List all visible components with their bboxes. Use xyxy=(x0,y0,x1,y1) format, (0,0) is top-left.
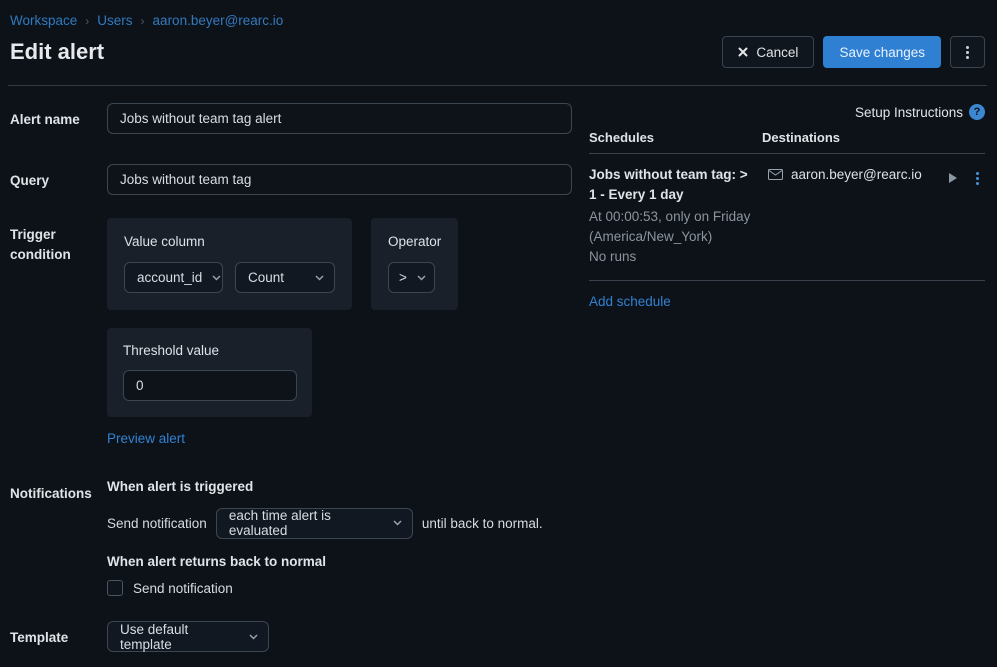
schedule-title: Jobs without team tag: > 1 - Every 1 day xyxy=(589,165,752,206)
aggregation-select[interactable]: Count xyxy=(235,262,335,293)
kebab-icon xyxy=(966,46,969,59)
notification-frequency-select[interactable]: each time alert is evaluated xyxy=(216,508,413,539)
edit-alert-page: Workspace › Users › aaron.beyer@rearc.io… xyxy=(0,0,997,652)
query-row: Query xyxy=(10,164,572,195)
header-divider xyxy=(8,85,987,86)
header-actions: Cancel Save changes xyxy=(722,36,985,68)
query-input[interactable] xyxy=(107,164,572,195)
header: Workspace › Users › aaron.beyer@rearc.io… xyxy=(0,0,997,68)
value-column-label: Value column xyxy=(124,234,335,249)
help-icon[interactable]: ? xyxy=(969,104,985,120)
schedule-table-header: Schedules Destinations xyxy=(589,130,985,154)
breadcrumb: Workspace › Users › aaron.beyer@rearc.io xyxy=(10,13,985,28)
chevron-down-icon xyxy=(315,275,324,281)
trigger-panels: Value column account_id Count xyxy=(107,218,572,310)
template-row: Template Use default template xyxy=(10,621,572,652)
schedule-options-button[interactable] xyxy=(974,170,981,187)
trigger-condition-row: Trigger condition Value column account_i… xyxy=(10,218,572,446)
breadcrumb-workspace[interactable]: Workspace xyxy=(10,13,77,28)
operator-select[interactable]: > xyxy=(388,262,435,293)
destination-email-item: aaron.beyer@rearc.io xyxy=(768,167,932,182)
chevron-down-icon xyxy=(212,275,221,281)
value-column-select-value: account_id xyxy=(137,270,202,285)
setup-instructions-link[interactable]: Setup Instructions xyxy=(855,105,963,120)
kebab-icon xyxy=(976,172,979,185)
schedule-panel: Setup Instructions ? Schedules Destinati… xyxy=(589,104,985,309)
destinations-column-header: Destinations xyxy=(762,130,985,145)
send-notification-prefix: Send notification xyxy=(107,516,207,531)
operator-label: Operator xyxy=(388,234,441,249)
schedule-time: At 00:00:53, only on Friday (America/New… xyxy=(589,207,752,248)
chevron-down-icon xyxy=(249,634,258,640)
send-notification-checkbox[interactable] xyxy=(107,580,123,596)
destination-email: aaron.beyer@rearc.io xyxy=(791,167,922,182)
schedule-row: Jobs without team tag: > 1 - Every 1 day… xyxy=(589,154,985,281)
schedules-column-header: Schedules xyxy=(589,130,762,145)
operator-select-value: > xyxy=(399,270,407,285)
notifications-label: Notifications xyxy=(10,477,107,596)
breadcrumb-separator: › xyxy=(141,14,145,28)
schedule-runs: No runs xyxy=(589,247,752,267)
template-select-value: Use default template xyxy=(120,622,239,652)
setup-instructions-row: Setup Instructions ? xyxy=(589,104,985,120)
template-label: Template xyxy=(10,621,107,652)
aggregation-select-value: Count xyxy=(248,270,284,285)
more-options-button[interactable] xyxy=(950,36,985,68)
threshold-label: Threshold value xyxy=(123,343,296,358)
send-notification-row: Send notification each time alert is eva… xyxy=(107,508,572,539)
schedule-cell: Jobs without team tag: > 1 - Every 1 day… xyxy=(589,165,762,267)
cancel-button-label: Cancel xyxy=(756,45,798,60)
back-to-normal-heading: When alert returns back to normal xyxy=(107,552,572,572)
breadcrumb-users[interactable]: Users xyxy=(97,13,132,28)
back-to-normal-checkbox-row: Send notification xyxy=(107,580,572,596)
trigger-condition-label: Trigger condition xyxy=(10,218,107,446)
triggered-heading: When alert is triggered xyxy=(107,477,572,497)
chevron-down-icon xyxy=(417,275,426,281)
breadcrumb-separator: › xyxy=(85,14,89,28)
value-column-select[interactable]: account_id xyxy=(124,262,223,293)
play-icon xyxy=(948,172,958,184)
alert-name-row: Alert name xyxy=(10,103,572,134)
x-icon xyxy=(738,47,748,57)
title-row: Edit alert Cancel Save changes xyxy=(10,36,985,68)
breadcrumb-current-user[interactable]: aaron.beyer@rearc.io xyxy=(153,13,284,28)
envelope-icon xyxy=(768,169,783,180)
add-schedule-link[interactable]: Add schedule xyxy=(589,294,671,309)
query-label: Query xyxy=(10,164,107,195)
threshold-panel: Threshold value xyxy=(107,328,312,417)
page-title: Edit alert xyxy=(10,39,104,65)
preview-alert-link[interactable]: Preview alert xyxy=(107,431,185,446)
cancel-button[interactable]: Cancel xyxy=(722,36,814,68)
notifications-row: Notifications When alert is triggered Se… xyxy=(10,477,572,596)
notification-frequency-value: each time alert is evaluated xyxy=(229,508,383,538)
destination-cell: aaron.beyer@rearc.io xyxy=(762,165,985,267)
template-select[interactable]: Use default template xyxy=(107,621,269,652)
value-column-panel: Value column account_id Count xyxy=(107,218,352,310)
send-notification-suffix: until back to normal. xyxy=(422,516,543,531)
chevron-down-icon xyxy=(393,520,402,526)
save-changes-button-label: Save changes xyxy=(839,45,925,60)
alert-name-input[interactable] xyxy=(107,103,572,134)
send-notification-checkbox-label: Send notification xyxy=(133,581,233,596)
alert-name-label: Alert name xyxy=(10,103,107,134)
alert-form: Alert name Query Trigger condition Value… xyxy=(10,103,572,652)
operator-panel: Operator > xyxy=(371,218,458,310)
threshold-input[interactable] xyxy=(123,370,297,401)
save-changes-button[interactable]: Save changes xyxy=(823,36,941,68)
run-schedule-button[interactable] xyxy=(946,170,960,186)
